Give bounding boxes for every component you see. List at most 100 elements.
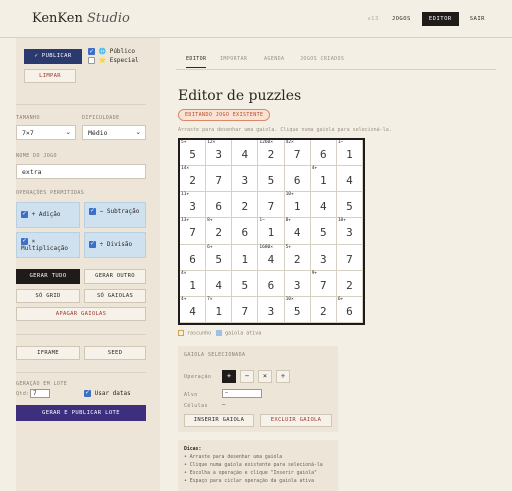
grid-cell[interactable]: 1680× 4 bbox=[258, 244, 285, 271]
qty-input[interactable]: 7 bbox=[30, 389, 50, 398]
seed-button[interactable]: SEED bbox=[84, 346, 146, 360]
grid-cell[interactable]: 3 bbox=[310, 244, 337, 271]
grid-cell[interactable]: 1260× 2 bbox=[258, 140, 285, 167]
grid-cell[interactable]: 1− 1 bbox=[336, 140, 363, 167]
grid-cell[interactable]: 7 bbox=[336, 244, 363, 271]
op-division[interactable]: ÷ Divisão bbox=[84, 232, 146, 258]
brand-logo[interactable]: KenKen Studio bbox=[32, 11, 130, 26]
grid-cell[interactable]: 3 bbox=[258, 296, 285, 323]
grid-cell[interactable]: 4 bbox=[336, 166, 363, 193]
division-checkbox[interactable] bbox=[89, 240, 96, 248]
batch-generate-button[interactable]: GERAR E PUBLICAR LOTE bbox=[16, 405, 146, 421]
grid-cell[interactable]: 8+ 2 bbox=[206, 218, 233, 245]
puzzle-grid[interactable]: 5+ 5 12× 3 4 1260× 2 42× 7 6 1− 1 14× 2 7 3 5 6 4+ 1 4 11+ 3 6 2… bbox=[178, 138, 365, 325]
grid-cell[interactable]: 10+ 3 bbox=[336, 218, 363, 245]
grid-cell[interactable]: 5 bbox=[232, 270, 259, 297]
insert-cage-button[interactable]: INSERIR GAIOLA bbox=[184, 414, 254, 427]
op-times-button[interactable]: × bbox=[258, 370, 272, 383]
op-multiplication[interactable]: × Multiplicação bbox=[16, 232, 80, 258]
op-divide-button[interactable]: ÷ bbox=[276, 370, 290, 383]
chevron-down-icon: ⌄ bbox=[135, 128, 141, 136]
grid-cell[interactable]: 5 bbox=[336, 192, 363, 219]
grid-cell[interactable]: 4+ 4 bbox=[180, 296, 207, 323]
grid-cell[interactable]: 6 bbox=[310, 140, 337, 167]
cage-clue: 4+ bbox=[181, 296, 187, 302]
grid-cell[interactable]: 6+ 6 bbox=[336, 296, 363, 323]
game-name-input[interactable]: extra bbox=[16, 164, 146, 179]
grid-cell[interactable]: 4 bbox=[232, 140, 259, 167]
grid-cell[interactable]: 2 bbox=[336, 270, 363, 297]
grid-cell[interactable]: 4× 1 bbox=[180, 270, 207, 297]
tab-schedule[interactable]: AGENDA bbox=[264, 56, 284, 62]
cell-value: 4 bbox=[241, 148, 249, 161]
tab-created-games[interactable]: JOGOS CRIADOS bbox=[300, 56, 344, 62]
op-subtraction[interactable]: − Subtração bbox=[84, 202, 146, 228]
size-select[interactable]: 7×7 ⌄ bbox=[16, 125, 76, 140]
special-checkbox[interactable] bbox=[88, 57, 95, 64]
op-plus-button[interactable]: + bbox=[222, 370, 236, 383]
grid-cell[interactable]: 6 bbox=[284, 166, 311, 193]
generate-all-button[interactable]: GERAR TUDO bbox=[16, 269, 80, 284]
iframe-button[interactable]: IFRAME bbox=[16, 346, 80, 360]
op-minus-button[interactable]: − bbox=[240, 370, 254, 383]
grid-cell[interactable]: 42× 7 bbox=[284, 140, 311, 167]
grid-cell[interactable]: 1− 1 bbox=[258, 218, 285, 245]
grid-cell[interactable]: 6 bbox=[180, 244, 207, 271]
publish-button[interactable]: ✓ PUBLICAR bbox=[24, 49, 82, 64]
grid-cell[interactable]: 6 bbox=[206, 192, 233, 219]
cage-clue: 5+ bbox=[285, 244, 291, 250]
grid-cell[interactable]: 5+ 5 bbox=[180, 140, 207, 167]
target-input[interactable]: — bbox=[222, 389, 262, 398]
grid-cell[interactable]: 6+ 5 bbox=[206, 244, 233, 271]
op-addition[interactable]: + Adição bbox=[16, 202, 80, 228]
grid-cell[interactable]: 6 bbox=[232, 218, 259, 245]
grid-cell[interactable]: 10× 5 bbox=[284, 296, 311, 323]
special-option[interactable]: ⭐ Especial bbox=[88, 56, 139, 65]
cell-value: 4 bbox=[319, 200, 327, 214]
use-dates-checkbox[interactable] bbox=[84, 389, 91, 397]
tab-import[interactable]: IMPORTAR bbox=[220, 56, 247, 62]
grid-cell[interactable]: 7 bbox=[258, 192, 285, 219]
grid-cell[interactable]: 1 bbox=[232, 244, 259, 271]
nav-editor[interactable]: EDITOR bbox=[421, 12, 459, 26]
addition-checkbox[interactable] bbox=[21, 210, 28, 218]
grid-cell[interactable]: 5 bbox=[310, 218, 337, 245]
grid-cell[interactable]: 2 bbox=[310, 296, 337, 323]
grid-cell[interactable]: 12× 3 bbox=[206, 140, 233, 167]
public-option[interactable]: 🌐 Público bbox=[88, 47, 139, 56]
grid-cell[interactable]: 7 bbox=[232, 296, 259, 323]
multiplication-checkbox[interactable] bbox=[21, 237, 28, 245]
delete-cage-button[interactable]: EXCLUIR GAIOLA bbox=[260, 414, 332, 427]
cell-value: 3 bbox=[215, 148, 223, 161]
grid-cell[interactable]: 2 bbox=[232, 192, 259, 219]
grid-cell[interactable]: 5+ 2 bbox=[284, 244, 311, 271]
grid-cell[interactable]: 7× 1 bbox=[206, 296, 233, 323]
grid-cell[interactable]: 11+ 3 bbox=[180, 192, 207, 219]
grid-cell[interactable]: 4 bbox=[206, 270, 233, 297]
grid-cell[interactable]: 13+ 7 bbox=[180, 218, 207, 245]
grid-cell[interactable]: 10+ 1 bbox=[284, 192, 311, 219]
grid-cell[interactable]: 9+ 7 bbox=[310, 270, 337, 297]
grid-cell[interactable]: 14× 2 bbox=[180, 166, 207, 193]
subtraction-checkbox[interactable] bbox=[89, 207, 96, 215]
only-grid-button[interactable]: SÓ GRID bbox=[16, 289, 80, 303]
generate-other-button[interactable]: GERAR OUTRO bbox=[84, 269, 146, 284]
grid-cell[interactable]: 3 bbox=[284, 270, 311, 297]
nav-games[interactable]: JOGOS bbox=[387, 13, 416, 25]
grid-cell[interactable]: 3 bbox=[232, 166, 259, 193]
grid-cell[interactable]: 6 bbox=[258, 270, 285, 297]
nav-logout[interactable]: SAIR bbox=[465, 13, 490, 25]
grid-cell[interactable]: 4 bbox=[310, 192, 337, 219]
only-cages-button[interactable]: SÓ GAIOLAS bbox=[84, 289, 146, 303]
grid-cell[interactable]: 7 bbox=[206, 166, 233, 193]
grid-cell[interactable]: 8+ 4 bbox=[284, 218, 311, 245]
delete-cages-button[interactable]: APAGAR GAIOLAS bbox=[16, 307, 146, 321]
tab-editor[interactable]: EDITOR bbox=[186, 56, 207, 68]
grid-cell[interactable]: 4+ 1 bbox=[310, 166, 337, 193]
public-checkbox[interactable] bbox=[88, 47, 95, 56]
target-label: Alvo bbox=[184, 392, 198, 398]
grid-cell[interactable]: 5 bbox=[258, 166, 285, 193]
use-dates-option[interactable]: Usar datas bbox=[84, 389, 131, 397]
clear-button[interactable]: LIMPAR bbox=[24, 69, 76, 83]
difficulty-select[interactable]: Médio ⌄ bbox=[82, 125, 146, 140]
